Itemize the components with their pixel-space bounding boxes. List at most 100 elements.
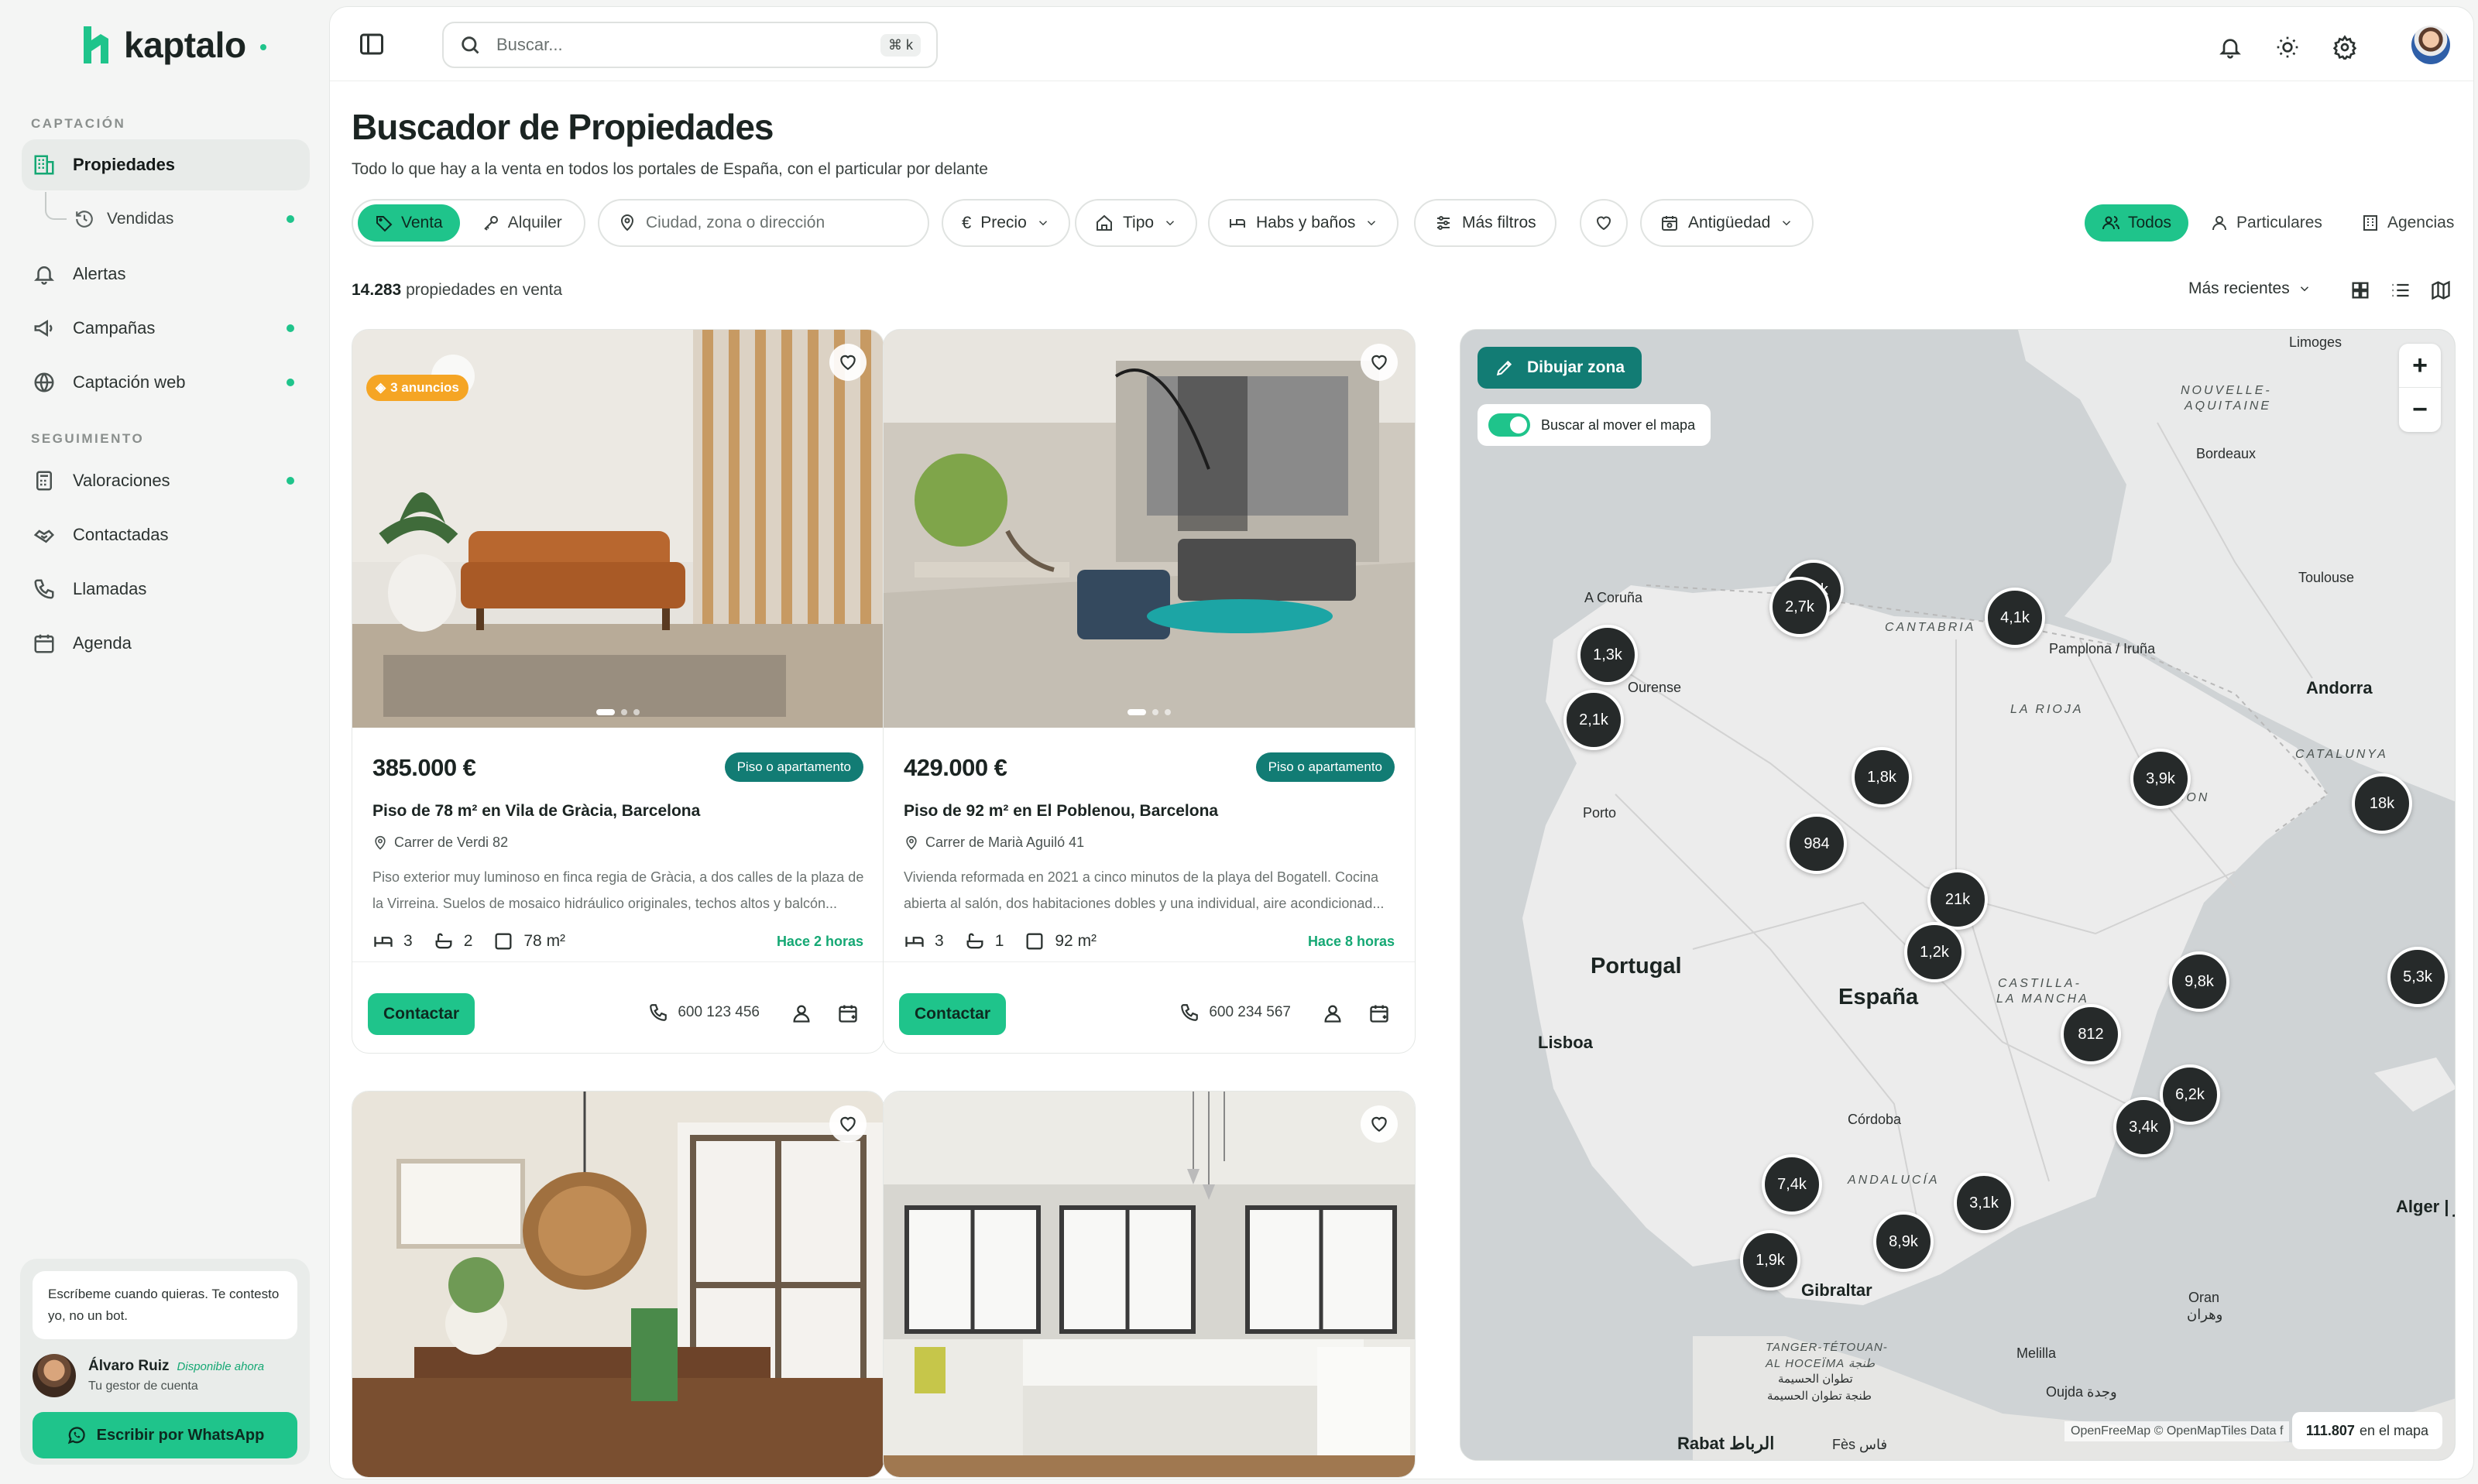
map-cluster[interactable]: 3,9k: [2130, 749, 2191, 809]
results-map[interactable]: Limoges NOUVELLE- AQUITAINE Bordeaux Tou…: [1460, 329, 2456, 1461]
map-view-icon[interactable]: [2430, 279, 2452, 301]
property-photo[interactable]: [884, 1092, 1415, 1477]
property-type-badge: Piso o apartamento: [1255, 752, 1395, 782]
map-cluster[interactable]: 5,3k: [2387, 947, 2448, 1007]
place-catalunya: CATALUNYA: [2295, 748, 2388, 761]
map-cluster[interactable]: 8,9k: [1873, 1212, 1934, 1272]
phone-number[interactable]: 600 123 456: [648, 1002, 760, 1023]
sidebar-item-propiedades[interactable]: Propiedades: [22, 139, 310, 190]
property-price: 385.000 €: [372, 754, 476, 781]
map-cluster[interactable]: 18k: [2352, 773, 2412, 834]
photo-pagination[interactable]: [1127, 709, 1171, 715]
sort-label: Más recientes: [2188, 279, 2290, 297]
map-cluster[interactable]: 1,2k: [1904, 922, 1965, 982]
favorite-button[interactable]: [1361, 344, 1398, 381]
map-cluster[interactable]: 7,4k: [1762, 1154, 1822, 1215]
zoom-in-button[interactable]: +: [2399, 344, 2441, 388]
favorite-button[interactable]: [829, 344, 867, 381]
user-avatar[interactable]: [2411, 26, 2450, 64]
contact-button[interactable]: Contactar: [368, 993, 475, 1035]
map-attribution[interactable]: OpenFreeMap © OpenMapTiles Data f: [2064, 1421, 2290, 1441]
map-cluster[interactable]: 21k: [1927, 869, 1988, 930]
schedule-visit-icon[interactable]: [1368, 1002, 1390, 1024]
place-cantabria: CANTABRIA: [1885, 621, 1976, 634]
calendar-icon: [34, 634, 54, 653]
search-input[interactable]: Buscar... ⌘ k: [442, 22, 938, 68]
whatsapp-button[interactable]: Escribir por WhatsApp: [33, 1412, 297, 1458]
sidebar-item-vendidas[interactable]: Vendidas: [74, 197, 310, 241]
zoom-out-button[interactable]: −: [2399, 388, 2441, 432]
posted-time: Hace 8 horas: [1307, 934, 1395, 949]
property-specs: 3 2 78 m²: [372, 930, 565, 952]
toggle-switch[interactable]: [1488, 413, 1530, 437]
age-filter[interactable]: Antigüedad: [1640, 199, 1814, 247]
property-photo[interactable]: ◈ 3 anuncios: [352, 330, 884, 728]
location-input[interactable]: Ciudad, zona o dirección: [598, 199, 929, 247]
map-cluster[interactable]: 3,4k: [2113, 1097, 2174, 1157]
search-on-move-label: Buscar al mover el mapa: [1541, 416, 1696, 433]
map-cluster[interactable]: 1,9k: [1740, 1230, 1800, 1290]
property-photo[interactable]: [884, 330, 1415, 728]
sidebar-item-campanas[interactable]: Campañas: [22, 303, 310, 354]
search-on-move-toggle[interactable]: Buscar al mover el mapa: [1478, 404, 1711, 446]
map-cluster[interactable]: 2,7k: [1769, 577, 1830, 637]
sidebar-item-contactadas[interactable]: Contactadas: [22, 509, 310, 560]
notifications-icon[interactable]: [2218, 35, 2243, 60]
photo-pagination[interactable]: [596, 709, 640, 715]
phone-number[interactable]: 600 234 567: [1179, 1002, 1291, 1023]
property-title[interactable]: Piso de 78 m² en Vila de Gràcia, Barcelo…: [372, 802, 700, 821]
alquiler-toggle[interactable]: Alquiler: [465, 204, 579, 242]
favorite-button[interactable]: [829, 1105, 867, 1143]
list-view-icon[interactable]: [2390, 279, 2411, 301]
property-photo[interactable]: [352, 1092, 884, 1477]
map-cluster[interactable]: 1,8k: [1852, 747, 1912, 807]
sidebar-item-captacion-web[interactable]: Captación web: [22, 357, 310, 408]
map-cluster[interactable]: 812: [2061, 1004, 2121, 1064]
rooms-filter[interactable]: Habs y baños: [1208, 199, 1399, 247]
draw-zone-button[interactable]: Dibujar zona: [1478, 347, 1642, 389]
bath-icon: [966, 933, 983, 949]
sort-select[interactable]: Más recientes: [2188, 279, 2312, 298]
stack-icon: ◈: [376, 380, 386, 395]
sidebar-item-valoraciones[interactable]: Valoraciones: [22, 455, 310, 506]
schedule-visit-icon[interactable]: [837, 1002, 859, 1024]
map-cluster[interactable]: 2,1k: [1563, 690, 1624, 750]
sidebar-item-alertas[interactable]: Alertas: [22, 248, 310, 300]
map-cluster[interactable]: 984: [1786, 814, 1847, 874]
place-la-rioja: LA RIOJA: [2010, 703, 2084, 716]
owner-icon[interactable]: [1322, 1002, 1344, 1024]
property-card[interactable]: [883, 1091, 1416, 1478]
venta-toggle[interactable]: Venta: [358, 204, 460, 242]
theme-sun-icon[interactable]: [2275, 35, 2300, 60]
more-filters-button[interactable]: Más filtros: [1414, 199, 1556, 247]
grid-view-icon[interactable]: [2349, 279, 2371, 301]
map-cluster[interactable]: 1,3k: [1577, 625, 1638, 685]
todos-toggle[interactable]: Todos: [2085, 204, 2189, 242]
property-card[interactable]: [352, 1091, 884, 1478]
sidebar-toggle-icon[interactable]: [358, 30, 386, 58]
map-cluster[interactable]: 4,1k: [1985, 588, 2045, 648]
sidebar-item-llamadas[interactable]: Llamadas: [22, 564, 310, 615]
property-title[interactable]: Piso de 92 m² en El Poblenou, Barcelona: [904, 802, 1218, 821]
property-card[interactable]: ◈ 3 anuncios 385.000 € Piso o apartament…: [352, 329, 884, 1054]
particulares-toggle[interactable]: Particulares: [2193, 204, 2339, 242]
owner-icon[interactable]: [791, 1002, 812, 1024]
area-value: 92 m²: [1055, 932, 1097, 950]
contact-button[interactable]: Contactar: [899, 993, 1007, 1035]
place-nouvelle-aquitaine-2: AQUITAINE: [2185, 399, 2272, 413]
favorite-button[interactable]: [1361, 1105, 1398, 1143]
property-card[interactable]: 429.000 € Piso o apartamento Piso de 92 …: [883, 329, 1416, 1054]
price-filter[interactable]: € Precio: [942, 199, 1070, 247]
agencias-toggle[interactable]: Agencias: [2344, 204, 2471, 242]
place-tanger: TANGER-TÉTOUAN-: [1766, 1341, 1888, 1354]
map-cluster[interactable]: 9,8k: [2169, 951, 2229, 1012]
settings-gear-icon[interactable]: [2332, 35, 2357, 60]
chevron-down-icon: [2300, 286, 2308, 292]
sidebar-item-agenda[interactable]: Agenda: [22, 618, 310, 669]
logo[interactable]: kaptalo: [81, 23, 266, 67]
type-filter[interactable]: Tipo: [1075, 199, 1198, 247]
place-castilla-la-mancha: CASTILLA-: [1998, 977, 2082, 990]
favorites-filter[interactable]: [1580, 199, 1628, 247]
map-cluster[interactable]: 3,1k: [1954, 1173, 2014, 1233]
place-lisboa: Lisboa: [1538, 1033, 1593, 1052]
